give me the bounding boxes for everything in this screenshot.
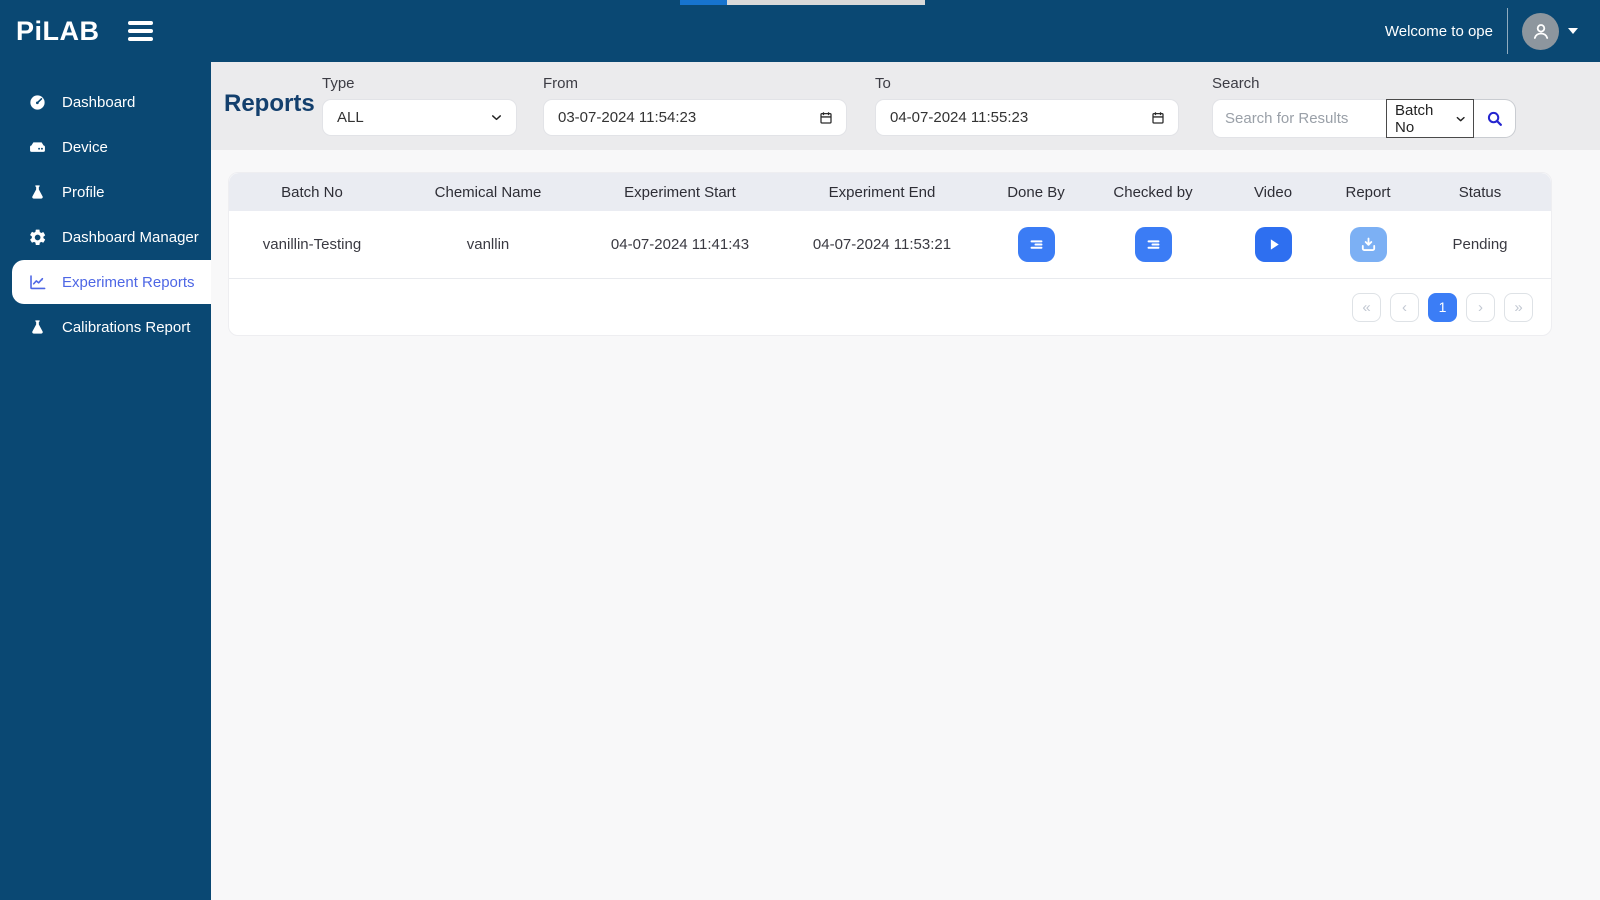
calendar-icon[interactable]	[1150, 110, 1166, 126]
column-header-chemical-name: Chemical Name	[434, 183, 542, 201]
from-filter-group: From 03-07-2024 11:54:23	[543, 75, 847, 136]
status-cell: Pending	[1452, 236, 1508, 253]
sidebar-item-label: Profile	[62, 183, 105, 201]
top-progress-bar-fill	[680, 0, 727, 5]
sidebar-item-device[interactable]: Device	[12, 125, 211, 169]
gear-icon	[30, 229, 46, 245]
type-select[interactable]: ALL	[322, 99, 517, 136]
play-video-button[interactable]	[1254, 227, 1292, 262]
pagination-next-button[interactable]: ›	[1466, 292, 1495, 322]
column-header-experiment-end: Experiment End	[828, 183, 936, 201]
reports-table-card: Batch No Chemical Name Experiment Start …	[228, 172, 1552, 336]
brand-logo: PiLAB	[16, 15, 100, 46]
type-filter-group: Type ALL	[322, 75, 517, 136]
chevron-down-icon	[492, 115, 501, 121]
chevron-down-icon	[1456, 116, 1465, 121]
download-icon	[1361, 237, 1375, 251]
sidebar-item-dashboard-manager[interactable]: Dashboard Manager	[12, 215, 211, 259]
sidebar-item-label: Experiment Reports	[62, 273, 195, 291]
search-filter-group: Search Batch No	[1212, 75, 1516, 138]
from-datetime-value: 03-07-2024 11:54:23	[558, 109, 697, 126]
navbar-divider	[1507, 8, 1508, 54]
sidebar-item-label: Device	[62, 138, 108, 156]
person-icon	[1533, 24, 1548, 39]
user-avatar[interactable]	[1522, 12, 1559, 50]
to-datetime-value: 04-07-2024 11:55:23	[890, 109, 1029, 126]
flask-icon	[32, 319, 43, 334]
to-label: To	[875, 75, 891, 92]
device-icon	[30, 141, 45, 152]
pagination-first-button[interactable]: «	[1352, 292, 1381, 322]
play-icon	[1270, 239, 1279, 250]
avatar-caret-down-icon[interactable]	[1568, 28, 1578, 34]
checked-by-button[interactable]	[1134, 227, 1172, 262]
list-lines-icon	[1147, 240, 1159, 249]
sidebar-item-label: Calibrations Report	[62, 318, 191, 336]
table-header-row: Batch No Chemical Name Experiment Start …	[229, 173, 1551, 211]
sidebar-item-profile[interactable]: Profile	[12, 170, 211, 214]
filter-bar: Reports Type ALL From 03-07-2024 11:54:2…	[211, 62, 1600, 150]
search-icon	[1487, 111, 1502, 126]
sidebar-item-label: Dashboard	[62, 93, 136, 111]
pagination: « ‹ 1 › »	[229, 279, 1551, 335]
chemical-name-cell: vanllin	[466, 236, 510, 253]
pagination-last-button[interactable]: »	[1504, 292, 1533, 322]
search-button[interactable]	[1474, 99, 1516, 138]
navbar-right-section: Welcome to ope	[1385, 8, 1578, 54]
top-navbar: PiLAB Welcome to ope	[0, 0, 1600, 62]
page-title: Reports	[224, 90, 315, 117]
download-report-button[interactable]	[1349, 227, 1387, 262]
done-by-button[interactable]	[1017, 227, 1055, 262]
column-header-video: Video	[1253, 183, 1293, 201]
top-progress-bar	[680, 0, 925, 5]
sidebar-item-label: Dashboard Manager	[62, 228, 199, 246]
from-datetime-input[interactable]: 03-07-2024 11:54:23	[543, 99, 847, 136]
search-category-value: Batch No	[1395, 101, 1434, 136]
column-header-checked-by: Checked by	[1113, 183, 1193, 201]
column-header-done-by: Done By	[1007, 183, 1065, 201]
pagination-prev-button[interactable]: ‹	[1390, 292, 1419, 322]
type-select-value: ALL	[337, 109, 364, 126]
list-lines-icon	[1030, 240, 1042, 249]
calendar-icon[interactable]	[818, 110, 834, 126]
sidebar-item-experiment-reports[interactable]: Experiment Reports	[12, 260, 211, 304]
column-header-report: Report	[1345, 183, 1391, 201]
flask-icon	[32, 184, 43, 199]
pagination-page-1-button[interactable]: 1	[1428, 292, 1457, 322]
column-header-experiment-start: Experiment Start	[624, 183, 736, 201]
chart-line-icon	[30, 274, 46, 289]
hamburger-menu-icon[interactable]	[124, 17, 157, 45]
sidebar: Dashboard Device Profile Dashboard Manag…	[0, 62, 211, 900]
table-row: vanillin-Testing vanllin 04-07-2024 11:4…	[229, 211, 1551, 279]
column-header-batch-no: Batch No	[281, 183, 343, 201]
welcome-text: Welcome to ope	[1384, 22, 1493, 40]
column-header-status: Status	[1458, 183, 1502, 201]
sidebar-item-dashboard[interactable]: Dashboard	[12, 80, 211, 124]
search-category-select[interactable]: Batch No	[1386, 99, 1474, 138]
search-input[interactable]	[1212, 99, 1386, 138]
search-label: Search	[1212, 75, 1260, 92]
from-label: From	[543, 75, 578, 92]
batch-no-cell: vanillin-Testing	[262, 236, 362, 253]
to-filter-group: To 04-07-2024 11:55:23	[875, 75, 1179, 136]
experiment-start-cell: 04-07-2024 11:41:43	[610, 236, 750, 253]
gauge-icon	[30, 94, 45, 110]
type-label: Type	[322, 75, 355, 92]
main-content: Reports Type ALL From 03-07-2024 11:54:2…	[211, 62, 1600, 900]
sidebar-item-calibrations-report[interactable]: Calibrations Report	[12, 305, 211, 349]
to-datetime-input[interactable]: 04-07-2024 11:55:23	[875, 99, 1179, 136]
experiment-end-cell: 04-07-2024 11:53:21	[812, 236, 952, 253]
search-input-group: Batch No	[1212, 99, 1516, 138]
